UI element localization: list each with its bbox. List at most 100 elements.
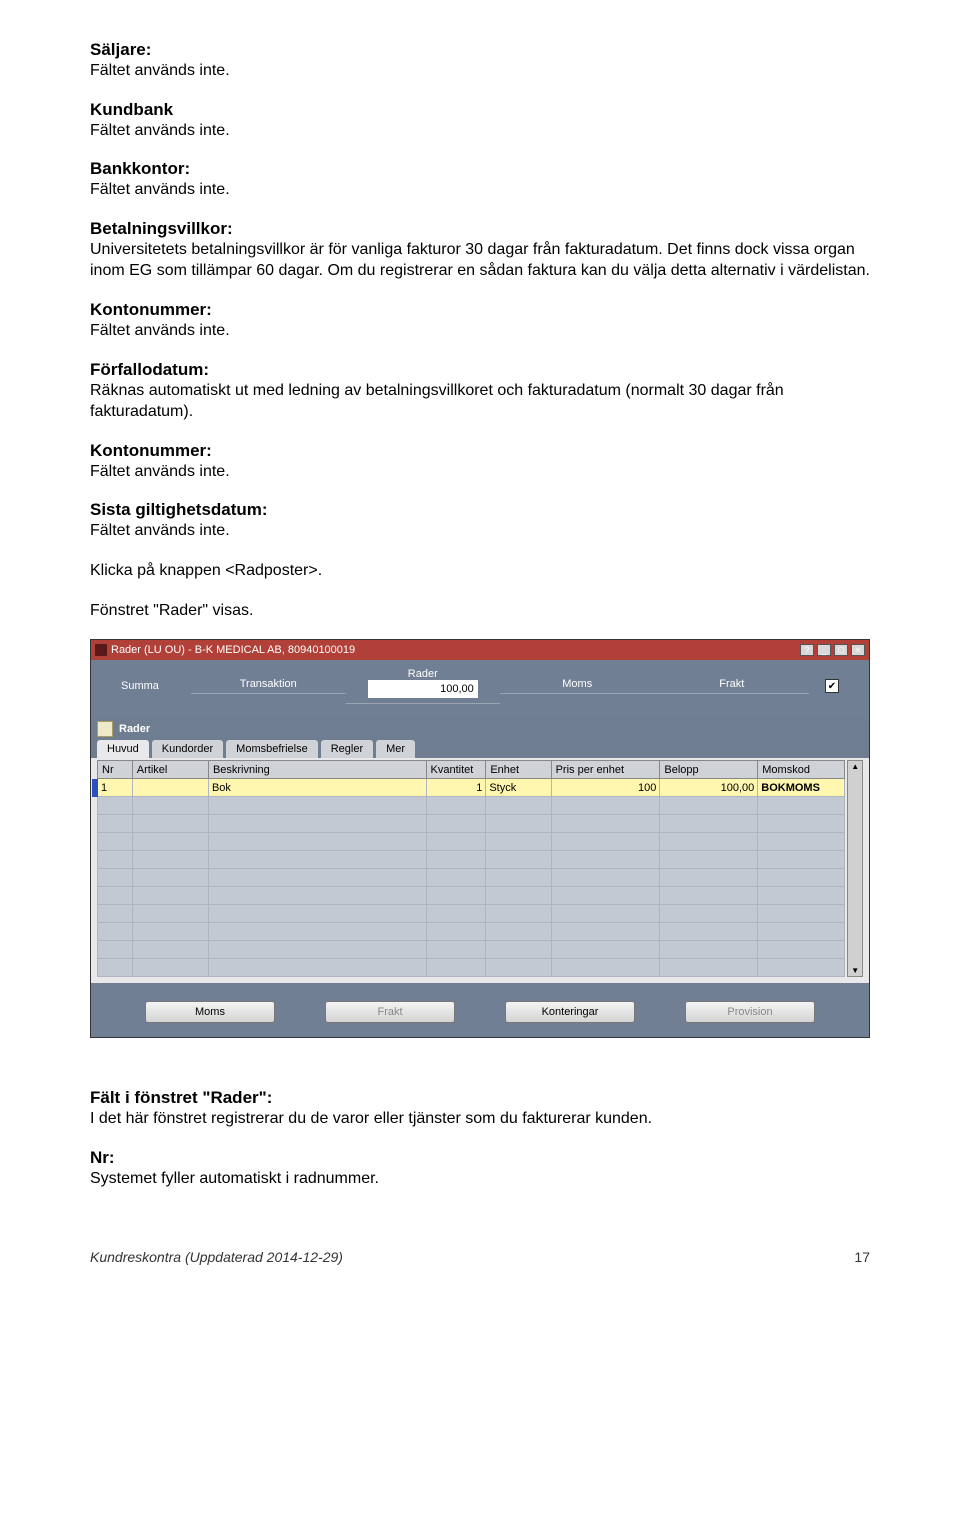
col-belopp[interactable]: Belopp — [660, 761, 758, 779]
cell-enhet[interactable]: Styck — [486, 779, 551, 797]
provision-button[interactable]: Provision — [685, 1001, 815, 1023]
table-row[interactable]: 1 Bok 1 Styck 100 100,00 BOKMOMS — [98, 779, 845, 797]
summary-col-transaktion: Transaktion — [191, 678, 346, 694]
summary-value[interactable]: 100,00 — [368, 680, 478, 698]
button-row: Moms Frakt Konteringar Provision — [91, 983, 869, 1037]
cell-belopp[interactable]: 100,00 — [660, 779, 758, 797]
heading: Säljare: — [90, 40, 870, 60]
window-titlebar: Rader (LU OU) - B-K MEDICAL AB, 80940100… — [91, 640, 869, 660]
body: Systemet fyller automatiskt i radnummer. — [90, 1168, 870, 1190]
panel-header: Rader — [91, 718, 869, 740]
body: Fältet används inte. — [90, 520, 870, 542]
page-number: 17 — [854, 1249, 870, 1265]
def-kontonummer-2: Kontonummer: Fältet används inte. — [90, 441, 870, 483]
def-betalningsvillkor: Betalningsvillkor: Universitetets betaln… — [90, 219, 870, 282]
col-enhet[interactable]: Enhet — [486, 761, 551, 779]
tab-regler[interactable]: Regler — [321, 740, 373, 758]
grid-header-row: Nr Artikel Beskrivning Kvantitet Enhet P… — [98, 761, 845, 779]
grid-scrollbar[interactable]: ▲ ▼ — [847, 760, 863, 977]
heading: Fält i fönstret "Rader": — [90, 1088, 870, 1108]
scroll-up-icon[interactable]: ▲ — [851, 762, 859, 771]
summary-col-rader-label: Rader — [346, 668, 501, 680]
heading: Bankkontor: — [90, 159, 870, 179]
summary-checkbox[interactable]: ✔ — [825, 679, 839, 693]
after-screenshot: Fält i fönstret "Rader": I det här fönst… — [90, 1088, 870, 1189]
def-saljare: Säljare: Fältet används inte. — [90, 40, 870, 82]
body: Fältet används inte. — [90, 461, 870, 483]
cell-nr[interactable]: 1 — [101, 782, 107, 794]
window-controls: ? _ □ × — [800, 644, 865, 656]
window-title-text: Rader (LU OU) - B-K MEDICAL AB, 80940100… — [111, 644, 355, 656]
window-title: Rader (LU OU) - B-K MEDICAL AB, 80940100… — [95, 644, 355, 656]
footer-left: Kundreskontra (Uppdaterad 2014-12-29) — [90, 1249, 343, 1265]
body: Fältet används inte. — [90, 120, 870, 142]
col-beskrivning[interactable]: Beskrivning — [208, 761, 426, 779]
tab-huvud[interactable]: Huvud — [97, 740, 149, 758]
grid-area: Nr Artikel Beskrivning Kvantitet Enhet P… — [91, 758, 869, 983]
def-nr: Nr: Systemet fyller automatiskt i radnum… — [90, 1148, 870, 1190]
table-row[interactable] — [98, 869, 845, 887]
page-footer: Kundreskontra (Uppdaterad 2014-12-29) 17 — [90, 1249, 870, 1265]
table-row[interactable] — [98, 941, 845, 959]
summary-col-rader: Rader 100,00 — [346, 668, 501, 704]
heading: Nr: — [90, 1148, 870, 1168]
tab-mer[interactable]: Mer — [376, 740, 415, 758]
app-screenshot: Rader (LU OU) - B-K MEDICAL AB, 80940100… — [90, 639, 870, 1038]
cell-artikel[interactable] — [132, 779, 208, 797]
table-row[interactable] — [98, 851, 845, 869]
body: Fältet används inte. — [90, 60, 870, 82]
col-nr[interactable]: Nr — [98, 761, 133, 779]
summary-row: Summa Transaktion Rader 100,00 Moms Frak… — [91, 660, 869, 718]
heading: Sista giltighetsdatum: — [90, 500, 870, 520]
data-grid[interactable]: Nr Artikel Beskrivning Kvantitet Enhet P… — [97, 760, 845, 977]
help-icon[interactable]: ? — [800, 644, 814, 656]
col-momskod[interactable]: Momskod — [758, 761, 845, 779]
instruction-window: Fönstret "Rader" visas. — [90, 600, 870, 622]
body: Fältet används inte. — [90, 320, 870, 342]
col-pris[interactable]: Pris per enhet — [551, 761, 660, 779]
def-sista-giltighetsdatum: Sista giltighetsdatum: Fältet används in… — [90, 500, 870, 542]
table-row[interactable] — [98, 905, 845, 923]
cell-pris[interactable]: 100 — [551, 779, 660, 797]
maximize-icon[interactable]: □ — [834, 644, 848, 656]
cell-kvantitet[interactable]: 1 — [426, 779, 486, 797]
panel-label: Rader — [119, 723, 150, 735]
col-kvantitet[interactable]: Kvantitet — [426, 761, 486, 779]
tab-momsbefrielse[interactable]: Momsbefrielse — [226, 740, 318, 758]
cell-beskrivning[interactable]: Bok — [208, 779, 426, 797]
cell-momskod[interactable]: BOKMOMS — [758, 779, 845, 797]
moms-button[interactable]: Moms — [145, 1001, 275, 1023]
def-kundbank: Kundbank Fältet används inte. — [90, 100, 870, 142]
table-row[interactable] — [98, 833, 845, 851]
def-kontonummer-1: Kontonummer: Fältet används inte. — [90, 300, 870, 342]
tab-kundorder[interactable]: Kundorder — [152, 740, 223, 758]
app-icon — [95, 644, 107, 656]
instruction-click: Klicka på knappen <Radposter>. — [90, 560, 870, 582]
konteringar-button[interactable]: Konteringar — [505, 1001, 635, 1023]
def-forfallodatum: Förfallodatum: Räknas automatiskt ut med… — [90, 360, 870, 423]
scroll-down-icon[interactable]: ▼ — [851, 966, 859, 975]
tab-bar: Huvud Kundorder Momsbefrielse Regler Mer — [91, 740, 869, 758]
minimize-icon[interactable]: _ — [817, 644, 831, 656]
definitions: Säljare: Fältet används inte. Kundbank F… — [90, 40, 870, 542]
col-artikel[interactable]: Artikel — [132, 761, 208, 779]
heading: Förfallodatum: — [90, 360, 870, 380]
table-row[interactable] — [98, 923, 845, 941]
heading: Betalningsvillkor: — [90, 219, 870, 239]
body: I det här fönstret registrerar du de var… — [90, 1108, 870, 1130]
summary-col-frakt: Frakt — [655, 678, 810, 694]
table-row[interactable] — [98, 887, 845, 905]
table-row[interactable] — [98, 797, 845, 815]
body: Fältet används inte. — [90, 179, 870, 201]
heading: Kontonummer: — [90, 441, 870, 461]
frakt-button[interactable]: Frakt — [325, 1001, 455, 1023]
body: Räknas automatiskt ut med ledning av bet… — [90, 380, 870, 423]
heading: Kontonummer: — [90, 300, 870, 320]
table-row[interactable] — [98, 815, 845, 833]
def-falt-i-fonstret: Fält i fönstret "Rader": I det här fönst… — [90, 1088, 870, 1130]
table-row[interactable] — [98, 959, 845, 977]
close-icon[interactable]: × — [851, 644, 865, 656]
def-bankkontor: Bankkontor: Fältet används inte. — [90, 159, 870, 201]
summary-label: Summa — [121, 680, 191, 692]
row-indicator-icon — [92, 779, 98, 797]
